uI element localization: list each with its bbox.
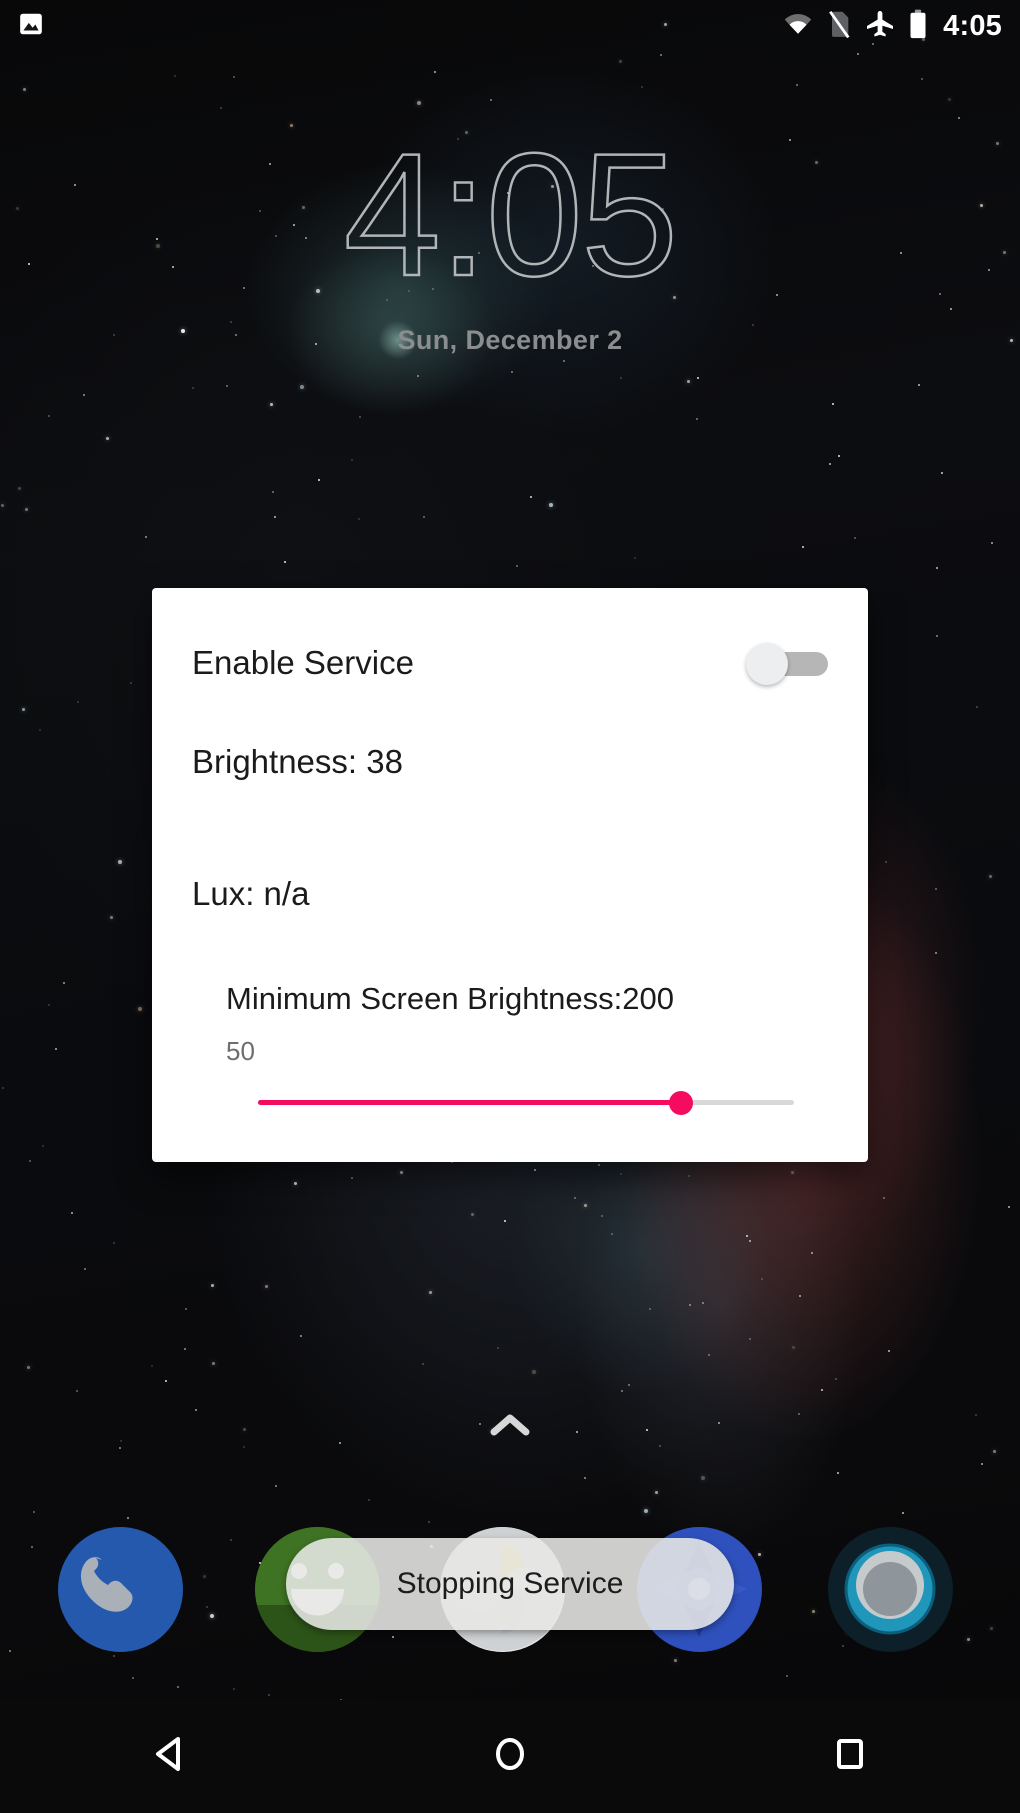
phone-icon	[80, 1557, 133, 1612]
nav-home-button[interactable]	[420, 1700, 600, 1813]
photo-notification-icon	[18, 11, 44, 42]
lux-label: Lux: n/a	[192, 875, 310, 912]
toggle-thumb	[746, 643, 788, 685]
chevron-up-icon	[488, 1414, 532, 1444]
home-circle-icon	[491, 1733, 529, 1780]
enable-service-row[interactable]: Enable Service	[192, 634, 828, 692]
clock-widget-time: 4:05	[342, 118, 679, 313]
app-drawer-handle[interactable]	[0, 1410, 1020, 1445]
wifi-icon	[783, 11, 813, 42]
dock-item-phone[interactable]	[58, 1527, 183, 1652]
status-bar-clock: 4:05	[943, 9, 1002, 42]
lux-row: Lux: n/a	[192, 875, 309, 913]
toast-notification: Stopping Service	[286, 1538, 734, 1630]
min-brightness-label: Minimum Screen Brightness:200	[226, 981, 674, 1016]
min-brightness-slider[interactable]	[258, 1086, 794, 1120]
slider-fill	[258, 1100, 682, 1105]
enable-service-toggle[interactable]	[746, 640, 828, 686]
clock-widget-date: Sun, December 2	[397, 325, 623, 355]
battery-icon	[909, 9, 927, 44]
recents-square-icon	[831, 1733, 869, 1780]
status-bar: 4:05	[0, 0, 1020, 52]
status-bar-left	[0, 11, 44, 42]
camera-icon	[828, 1527, 952, 1651]
settings-dialog: Enable Service Brightness: 38 Lux: n/a M…	[152, 588, 868, 1162]
back-triangle-icon	[151, 1733, 189, 1780]
status-bar-right: 4:05	[783, 9, 1020, 44]
airplane-mode-icon	[865, 9, 895, 44]
slider-thumb[interactable]	[669, 1091, 694, 1115]
nav-back-button[interactable]	[80, 1700, 260, 1813]
navigation-bar	[0, 1700, 1020, 1813]
no-sim-icon	[827, 10, 851, 43]
toast-message: Stopping Service	[396, 1567, 624, 1600]
brightness-label: Brightness: 38	[192, 743, 403, 780]
enable-service-label: Enable Service	[192, 644, 414, 681]
dock-item-camera[interactable]	[828, 1527, 953, 1652]
slider-min-value-label: 50	[226, 1036, 255, 1066]
nav-recents-button[interactable]	[760, 1700, 940, 1813]
min-brightness-row: Minimum Screen Brightness:200	[226, 981, 846, 1017]
brightness-row: Brightness: 38	[192, 743, 403, 781]
clock-widget[interactable]: 4:05 Sun, December 2	[0, 118, 1020, 356]
